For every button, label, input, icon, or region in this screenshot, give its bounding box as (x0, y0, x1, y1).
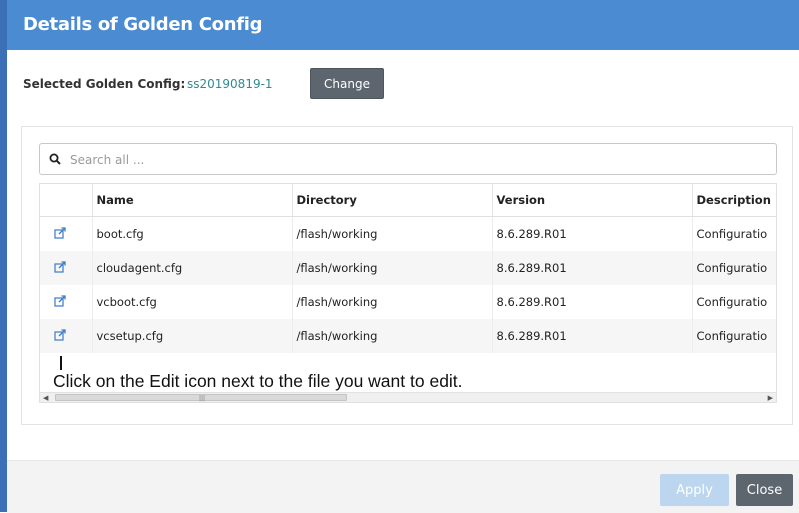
edit-icon[interactable] (54, 260, 66, 273)
file-description: Configuratio (692, 251, 776, 285)
dialog-title: Details of Golden Config (23, 14, 263, 35)
file-name: cloudagent.cfg (92, 251, 293, 285)
table-row: boot.cfg /flash/working 8.6.289.R01 Conf… (40, 216, 776, 251)
file-version: 8.6.289.R01 (492, 319, 693, 353)
column-header-version[interactable]: Version (492, 184, 693, 217)
horizontal-scrollbar[interactable]: ◀ ||| ▶ (40, 392, 776, 402)
selected-config-label: Selected Golden Config: (23, 77, 186, 91)
table-header-row: Name Directory Version Description (40, 184, 776, 217)
instruction-caption: Click on the Edit icon next to the file … (53, 371, 463, 391)
file-directory: /flash/working (292, 319, 493, 353)
dialog-titlebar: Details of Golden Config (7, 0, 799, 50)
search-input[interactable] (68, 148, 762, 172)
golden-config-dialog: Details of Golden Config Selected Golden… (7, 0, 799, 513)
file-name: vcboot.cfg (92, 285, 293, 319)
scroll-left-icon[interactable]: ◀ (43, 394, 48, 402)
files-table-container: Name Directory Version Description boot.… (39, 183, 777, 403)
background-window-edge (0, 0, 7, 512)
edit-icon[interactable] (54, 328, 66, 341)
file-description: Configuratio (692, 285, 776, 319)
column-header-description[interactable]: Description (692, 184, 776, 217)
files-panel: Name Directory Version Description boot.… (21, 126, 793, 425)
selected-config-value: ss20190819-1 (187, 77, 273, 91)
file-description: Configuratio (692, 319, 776, 353)
table-row: vcsetup.cfg /flash/working 8.6.289.R01 C… (40, 319, 776, 353)
column-header-edit (40, 184, 93, 217)
file-directory: /flash/working (292, 216, 493, 251)
column-header-directory[interactable]: Directory (292, 184, 493, 217)
file-directory: /flash/working (292, 285, 493, 319)
table-row: cloudagent.cfg /flash/working 8.6.289.R0… (40, 251, 776, 285)
file-directory: /flash/working (292, 251, 493, 285)
file-description: Configuratio (692, 216, 776, 251)
file-version: 8.6.289.R01 (492, 285, 693, 319)
text-cursor (60, 356, 62, 370)
file-name: boot.cfg (92, 216, 293, 251)
edit-icon[interactable] (54, 226, 66, 239)
apply-button[interactable]: Apply (660, 474, 729, 506)
file-version: 8.6.289.R01 (492, 216, 693, 251)
grip-icon: ||| (199, 395, 206, 402)
files-table: Name Directory Version Description boot.… (40, 184, 776, 353)
search-box[interactable] (39, 143, 777, 175)
scroll-right-icon[interactable]: ▶ (768, 394, 773, 402)
table-row: vcboot.cfg /flash/working 8.6.289.R01 Co… (40, 285, 776, 319)
file-version: 8.6.289.R01 (492, 251, 693, 285)
column-header-name[interactable]: Name (92, 184, 293, 217)
edit-icon[interactable] (54, 294, 66, 307)
file-name: vcsetup.cfg (92, 319, 293, 353)
change-button[interactable]: Change (310, 68, 384, 99)
dialog-footer: Apply Close (7, 460, 799, 513)
search-icon (49, 153, 61, 165)
close-button[interactable]: Close (736, 474, 793, 506)
scrollbar-thumb[interactable]: ||| (55, 394, 347, 402)
